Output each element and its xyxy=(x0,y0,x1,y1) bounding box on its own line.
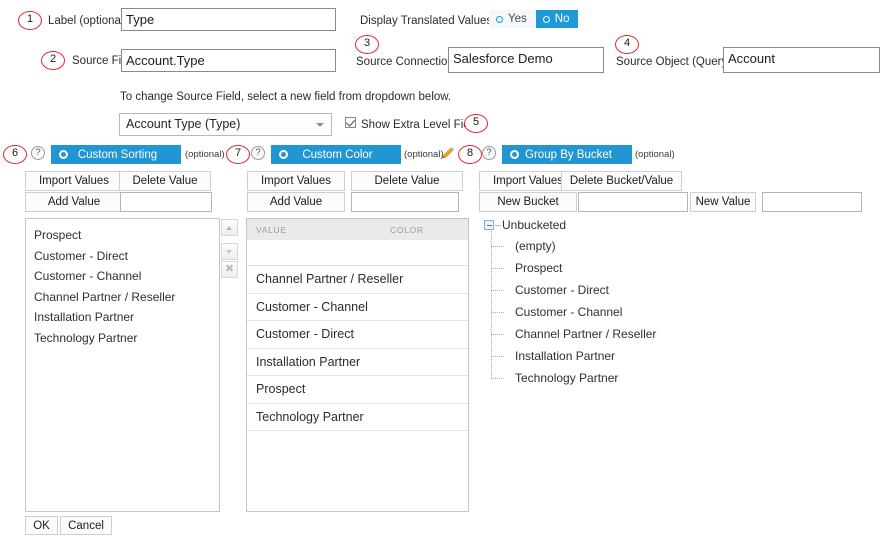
collapse-icon[interactable] xyxy=(484,220,501,230)
tree-node-unbucketed-label: Unbucketed xyxy=(502,218,567,232)
source-object-query-input[interactable]: Account xyxy=(723,47,880,73)
delete-value-button-color[interactable]: Delete Value xyxy=(351,171,463,191)
table-row[interactable]: Technology Partner xyxy=(247,403,468,431)
tree-item[interactable]: Channel Partner / Reseller xyxy=(491,323,882,345)
source-object-query-label: Source Object (Query) xyxy=(616,56,732,68)
radio-icon-yes xyxy=(496,15,503,23)
section-header-group-by-bucket-label: Group By Bucket xyxy=(525,148,612,161)
import-values-button-sorting[interactable]: Import Values xyxy=(25,171,123,191)
radio-icon-no xyxy=(542,15,550,23)
new-value-button[interactable]: New Value xyxy=(690,192,756,212)
section-header-custom-sorting[interactable]: Custom Sorting xyxy=(51,145,181,164)
list-item[interactable]: Channel Partner / Reseller xyxy=(26,287,219,308)
callout-badge-4: 4 xyxy=(615,35,639,54)
custom-sorting-listbox[interactable]: Prospect Customer - Direct Customer - Ch… xyxy=(25,218,220,512)
move-down-button[interactable] xyxy=(221,243,238,260)
table-row[interactable]: Channel Partner / Reseller xyxy=(247,266,468,294)
tree-item[interactable]: Customer - Direct xyxy=(491,279,882,301)
source-connection-label: Source Connection xyxy=(356,56,454,68)
grid-new-row-placeholder[interactable] xyxy=(247,240,468,266)
help-icon-custom-color[interactable]: ? xyxy=(251,146,265,160)
optional-label-custom-sorting: (optional) xyxy=(185,149,225,160)
tree-item[interactable]: Technology Partner xyxy=(491,367,882,389)
table-row[interactable]: Prospect xyxy=(247,376,468,404)
tree-item[interactable]: Prospect xyxy=(491,257,882,279)
custom-color-grid[interactable]: VALUE COLOR Channel Partner / Reseller C… xyxy=(246,218,469,512)
add-value-input-sorting[interactable] xyxy=(120,192,212,212)
ok-button[interactable]: OK xyxy=(25,516,58,535)
table-row[interactable]: Customer - Direct xyxy=(247,321,468,349)
new-bucket-button[interactable]: New Bucket xyxy=(479,192,577,212)
import-values-button-color[interactable]: Import Values xyxy=(247,171,345,191)
arrow-down-icon xyxy=(226,250,232,254)
pencil-icon[interactable] xyxy=(441,146,455,160)
toggle-option-yes-label: Yes xyxy=(508,13,527,25)
radio-icon-group-by-bucket xyxy=(510,150,519,159)
move-up-button[interactable] xyxy=(221,219,238,236)
column-header-value: VALUE xyxy=(256,224,287,235)
callout-badge-6: 6 xyxy=(3,145,27,164)
callout-badge-1: 1 xyxy=(18,11,42,30)
bucket-tree[interactable]: Unbucketed (empty) Prospect Customer - D… xyxy=(482,215,882,389)
callout-badge-3: 3 xyxy=(355,35,379,54)
column-header-color: COLOR xyxy=(390,224,424,235)
remove-item-button[interactable]: ✖ xyxy=(221,261,238,278)
display-translated-values-toggle[interactable]: Yes No xyxy=(489,10,579,28)
toggle-option-yes[interactable]: Yes xyxy=(489,10,536,28)
show-extra-level-fields-checkbox[interactable] xyxy=(345,117,356,128)
tree-node-unbucketed[interactable]: Unbucketed xyxy=(482,215,882,235)
field-dropdown[interactable]: Account Type (Type) xyxy=(119,113,332,136)
callout-badge-7: 7 xyxy=(226,145,250,164)
radio-icon-custom-sorting xyxy=(59,150,68,159)
list-item[interactable]: Technology Partner xyxy=(26,328,219,349)
table-row[interactable]: Customer - Channel xyxy=(247,293,468,321)
close-icon: ✖ xyxy=(224,263,235,275)
source-field-input[interactable]: Account.Type xyxy=(121,49,336,72)
callout-badge-8: 8 xyxy=(458,145,482,164)
new-bucket-input[interactable] xyxy=(578,192,688,212)
new-value-input[interactable] xyxy=(762,192,862,212)
delete-value-button-sorting[interactable]: Delete Value xyxy=(119,171,211,191)
label-optional-label: Label (optional): xyxy=(48,15,131,27)
callout-badge-5: 5 xyxy=(464,114,488,133)
callout-badge-2: 2 xyxy=(41,51,65,70)
list-item[interactable]: Customer - Direct xyxy=(26,246,219,267)
display-translated-values-label: Display Translated Values: xyxy=(360,15,496,27)
add-value-button-sorting[interactable]: Add Value xyxy=(25,192,123,212)
delete-bucket-value-button[interactable]: Delete Bucket/Value xyxy=(561,171,682,191)
toggle-option-no[interactable]: No xyxy=(535,10,579,28)
help-icon-custom-sorting[interactable]: ? xyxy=(31,146,45,160)
optional-label-custom-color: (optional) xyxy=(404,149,444,160)
optional-label-group-by-bucket: (optional) xyxy=(635,149,675,160)
section-header-custom-sorting-label: Custom Sorting xyxy=(77,148,158,161)
toggle-option-no-label: No xyxy=(554,13,570,25)
label-optional-input[interactable]: Type xyxy=(121,8,336,31)
table-row[interactable]: Installation Partner xyxy=(247,348,468,376)
field-dropdown-value: Account Type (Type) xyxy=(126,117,241,131)
source-field-hint: To change Source Field, select a new fie… xyxy=(120,91,452,103)
section-header-custom-color-label: Custom Color xyxy=(302,148,373,161)
tree-item[interactable]: Installation Partner xyxy=(491,345,882,367)
help-icon-group-by-bucket[interactable]: ? xyxy=(482,146,496,160)
add-value-button-color[interactable]: Add Value xyxy=(247,192,345,212)
arrow-up-icon xyxy=(226,226,232,230)
tree-children: (empty) Prospect Customer - Direct Custo… xyxy=(491,231,882,389)
add-value-input-color[interactable] xyxy=(351,192,459,212)
cancel-button[interactable]: Cancel xyxy=(60,516,112,535)
section-header-custom-color[interactable]: Custom Color xyxy=(271,145,401,164)
section-header-group-by-bucket[interactable]: Group By Bucket xyxy=(502,145,632,164)
list-item[interactable]: Prospect xyxy=(26,225,219,246)
grid-header-row: VALUE COLOR xyxy=(247,219,468,240)
source-connection-input[interactable]: Salesforce Demo xyxy=(448,47,604,73)
tree-item[interactable]: Customer - Channel xyxy=(491,301,882,323)
chevron-down-icon xyxy=(316,123,324,127)
tree-item[interactable]: (empty) xyxy=(491,235,882,257)
list-item[interactable]: Customer - Channel xyxy=(26,266,219,287)
list-item[interactable]: Installation Partner xyxy=(26,307,219,328)
radio-icon-custom-color xyxy=(279,150,288,159)
